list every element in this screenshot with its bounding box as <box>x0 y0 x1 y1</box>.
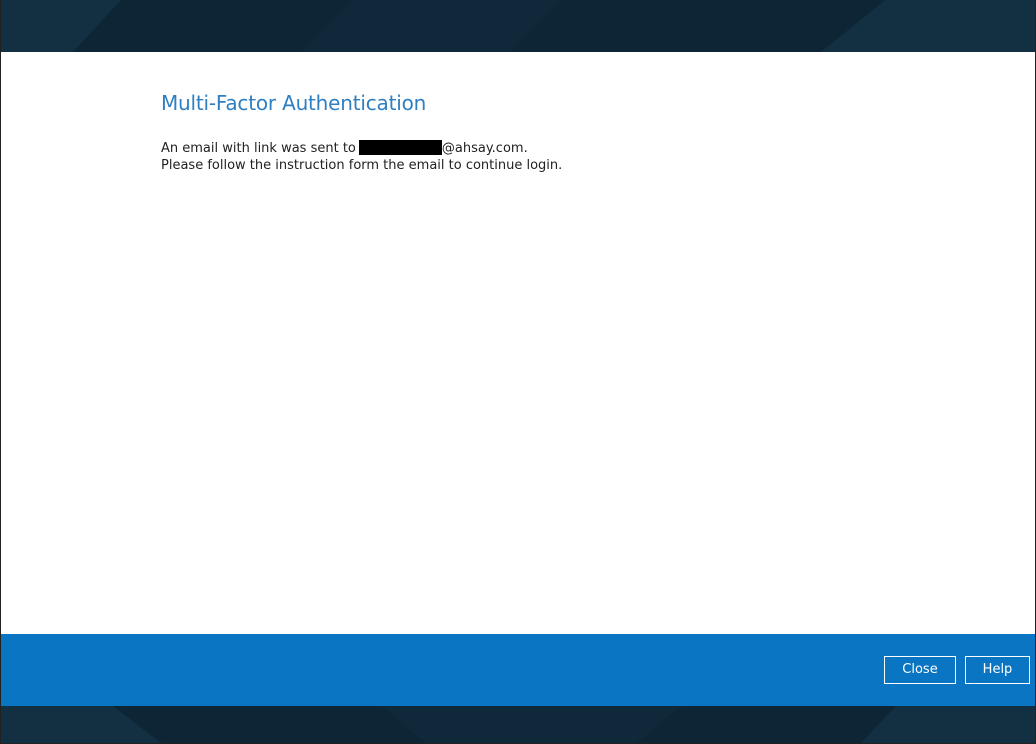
dialog-content: Multi-Factor Authentication An email wit… <box>1 52 1035 634</box>
email-sent-prefix: An email with link was sent to <box>161 141 356 156</box>
close-button[interactable]: Close <box>884 656 956 684</box>
footer-banner <box>1 706 1035 743</box>
help-button[interactable]: Help <box>965 656 1030 684</box>
mfa-dialog: Multi-Factor Authentication An email wit… <box>0 0 1036 744</box>
action-bar: Close Help <box>1 634 1035 706</box>
page-title: Multi-Factor Authentication <box>161 91 427 115</box>
email-sent-message: An email with link was sent to @ahsay.com… <box>161 140 528 157</box>
email-domain: @ahsay.com. <box>441 141 528 156</box>
header-banner <box>1 0 1035 52</box>
redacted-email-user <box>358 140 442 155</box>
instruction-message: Please follow the instruction form the e… <box>161 158 563 173</box>
